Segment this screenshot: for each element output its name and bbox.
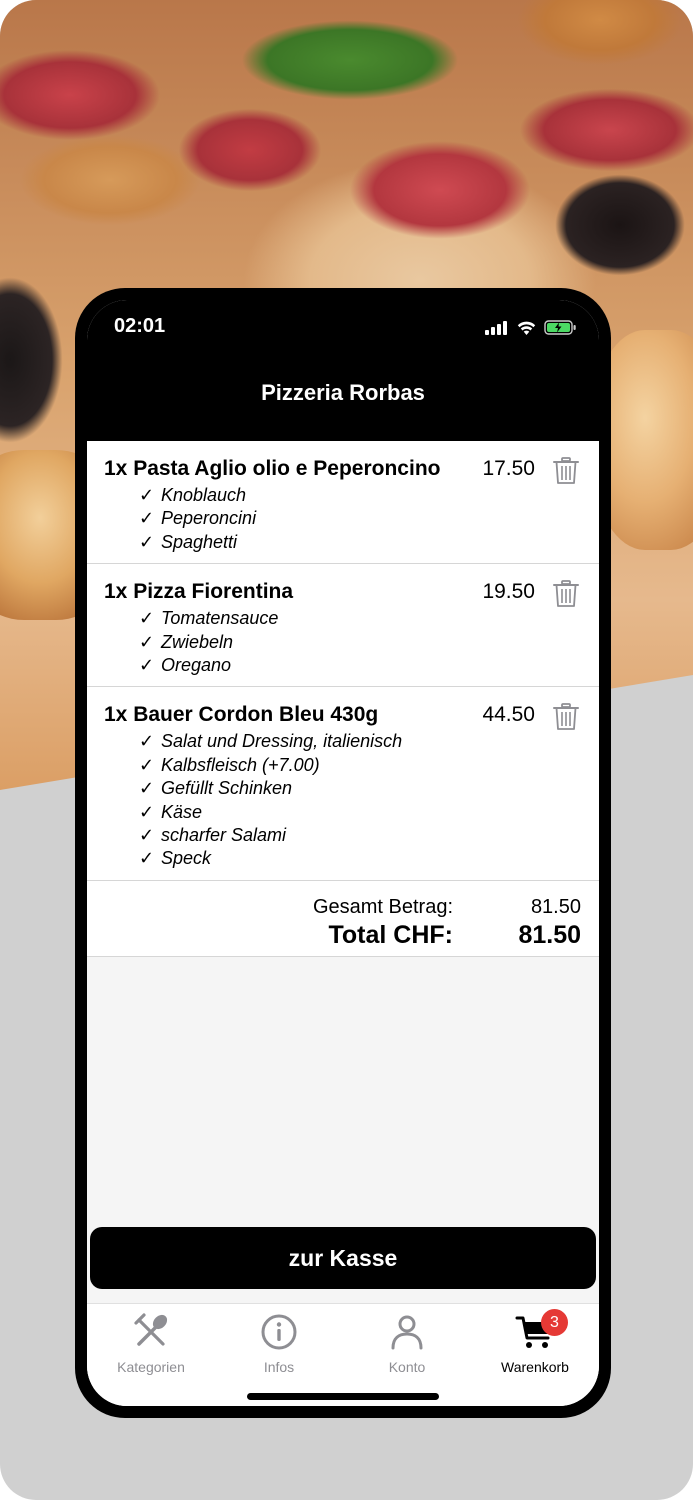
home-indicator [247,1393,439,1400]
option-label: Spaghetti [161,531,238,552]
subtotal-value: 81.50 [530,895,581,918]
cart-list: 1x Pasta Aglio olio e Peperoncino 17.50 … [87,441,599,957]
wifi-icon [517,321,536,335]
checkmark-icon: ✓ [139,485,155,505]
totals-section: Gesamt Betrag: 81.50 Total CHF: 81.50 [87,880,599,957]
cart-item-price: 17.50 [482,457,535,480]
tab-infos[interactable]: Infos [215,1304,343,1406]
checkout-button[interactable]: zur Kasse [90,1227,596,1289]
cart-item-option: ✓ Kalbsfleisch (+7.00) [139,754,599,777]
checkmark-icon: ✓ [139,655,155,676]
checkmark-icon: ✓ [139,731,155,752]
cart-item-option: ✓ Spaghetti [139,531,599,554]
info-icon [261,1314,297,1350]
tab-bar: Kategorien Infos Konto 3 Warenkorb [87,1303,599,1406]
cart-item-price: 19.50 [482,580,535,604]
cart-item: 1x Pasta Aglio olio e Peperoncino 17.50 … [87,441,599,565]
cart-item-option: ✓ Peperoncini [139,507,599,530]
tab-label: Kategorien [117,1359,185,1375]
checkmark-icon: ✓ [139,531,155,552]
option-label: Gefüllt Schinken [161,778,293,799]
cart-item-options: ✓ Tomatensauce ✓ Zwiebeln ✓ Oregano [104,607,599,677]
cart-item-option: ✓ Tomatensauce [139,607,599,630]
fork-spoon-icon [134,1313,168,1346]
option-label: Zwiebeln [161,631,234,652]
cart-item-option: ✓ Gefüllt Schinken [139,777,599,800]
checkmark-icon: ✓ [139,778,155,799]
nav-header: Pizzeria Rorbas [87,344,599,441]
cart-item-option: ✓ Speck [139,847,599,870]
cart-item-option: ✓ Käse [139,801,599,824]
cart-item: 1x Pizza Fiorentina 19.50 ✓ Tomatensauce ✓… [87,564,599,688]
checkmark-icon: ✓ [139,848,155,869]
tab-label: Warenkorb [501,1359,569,1375]
tab-label: Konto [388,1359,426,1375]
tab-warenkorb[interactable]: 3 Warenkorb [471,1304,599,1406]
subtotal-label: Gesamt Betrag: [312,895,453,918]
cart-badge: 3 [541,1309,568,1336]
battery-icon [544,320,576,335]
option-label: Kalbsfleisch (+7.00) [161,754,320,775]
option-label: scharfer Salami [161,825,287,846]
checkmark-icon: ✓ [139,754,155,775]
checkmark-icon: ✓ [139,508,155,529]
checkmark-icon: ✓ [139,825,155,846]
checkmark-icon: ✓ [139,801,155,822]
phone-screen: 02:01 Pizzeria Rorbas 1x Pasta Aglio oli… [87,300,599,1406]
cart-item-option: ✓ Salat und Dressing, italienisch [139,730,599,753]
cart-item-options: ✓ Salat und Dressing, italienisch ✓ Kalbsfl… [104,730,599,870]
checkmark-icon: ✓ [139,608,155,629]
status-icons [485,319,577,335]
option-label: Salat und Dressing, italienisch [161,731,403,752]
signal-icon [485,321,507,335]
cart-item-option: ✓ Zwiebeln [139,631,599,654]
cart-item-option: ✓ Knoblauch [139,484,599,507]
cart-item-price: 44.50 [482,703,535,727]
total-value: 81.50 [518,920,581,949]
page-title: Pizzeria Rorbas [261,379,425,405]
option-label: Peperoncini [161,508,257,529]
tab-kategorien[interactable]: Kategorien [87,1304,215,1406]
phone-frame: 02:01 Pizzeria Rorbas 1x Pasta Aglio oli… [75,288,611,1418]
option-label: Oregano [161,655,232,676]
cart-item-options: ✓ Knoblauch ✓ Peperoncini ✓ Spaghetti [104,484,599,554]
delete-item-button[interactable] [553,703,579,731]
cart-items: 1x Pasta Aglio olio e Peperoncino 17.50 … [87,441,599,881]
option-label: Tomatensauce [161,608,279,629]
delete-item-button[interactable] [553,580,579,608]
cart-item-option: ✓ Oregano [139,654,599,677]
option-label: Käse [161,801,203,822]
cart-item-option: ✓ scharfer Salami [139,824,599,847]
status-bar: 02:01 [87,300,599,344]
user-icon [391,1315,423,1350]
option-label: Speck [161,848,212,869]
delete-item-button[interactable] [553,457,579,485]
checkmark-icon: ✓ [139,631,155,652]
total-label: Total CHF: [328,920,453,949]
tab-label: Infos [263,1359,295,1375]
cart-item: 1x Bauer Cordon Bleu 430g 44.50 ✓ Salat u… [87,687,599,881]
option-label: Knoblauch [161,485,247,505]
status-time: 02:01 [114,315,166,337]
tab-konto[interactable]: Konto [343,1304,471,1406]
app-store-screenshot: 02:01 Pizzeria Rorbas 1x Pasta Aglio oli… [0,0,693,1500]
